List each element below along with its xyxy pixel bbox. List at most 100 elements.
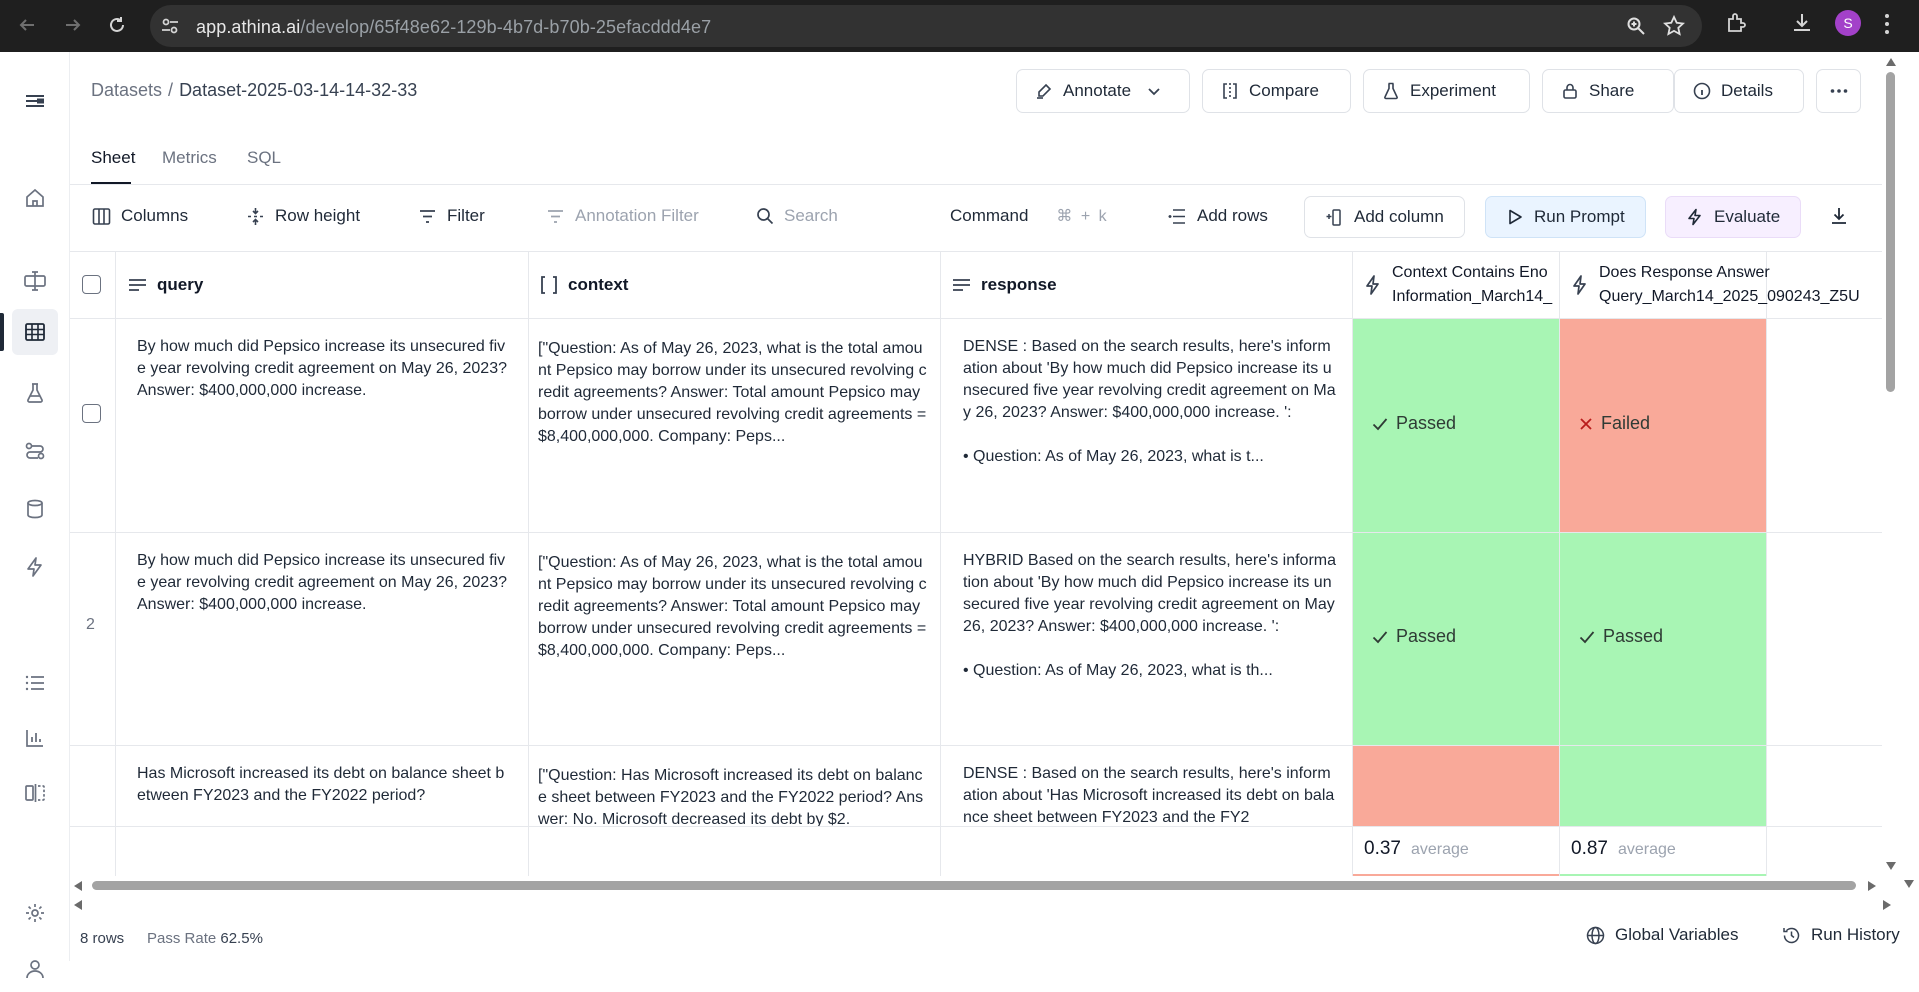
column-header-eval-context[interactable]: Context Contains Eno Information_March14_ (1364, 252, 1562, 318)
tab-metrics[interactable]: Metrics (162, 148, 217, 168)
evaluate-button[interactable]: Evaluate (1665, 196, 1802, 238)
forward-button[interactable] (58, 10, 88, 40)
grid-line (1559, 252, 1560, 876)
run-history-button[interactable]: Run History (1782, 925, 1900, 945)
search-input[interactable] (784, 206, 904, 226)
browser-menu-icon[interactable] (1884, 13, 1890, 35)
play-icon (1509, 209, 1522, 225)
details-button[interactable]: Details (1674, 69, 1804, 113)
grid-line (70, 318, 1882, 319)
download-icon[interactable] (1790, 11, 1814, 35)
command-palette-button[interactable]: Command ⌘ + k (950, 202, 1109, 230)
column-header-label: response (981, 275, 1057, 294)
compare-button[interactable]: Compare (1202, 69, 1351, 113)
address-bar[interactable]: app.athina.ai/develop/65f48e62-129b-4b7d… (150, 5, 1702, 47)
annotation-filter-button[interactable]: Annotation Filter (546, 202, 699, 230)
site-settings-icon[interactable] (160, 16, 180, 36)
scroll-down-arrow[interactable] (1886, 862, 1896, 870)
add-column-button[interactable]: Add column (1304, 196, 1465, 238)
grid-line (528, 252, 529, 876)
share-button[interactable]: Share (1542, 69, 1674, 113)
rail-item-database[interactable] (12, 486, 58, 532)
text-column-icon (953, 279, 970, 291)
row-height-button[interactable]: Row height (246, 202, 360, 230)
bookmark-star-icon[interactable] (1663, 15, 1685, 37)
rail-item-compare[interactable] (12, 770, 58, 816)
scroll-up-arrow[interactable] (1886, 58, 1896, 66)
scroll-down-arrow[interactable] (1904, 880, 1914, 888)
pass-rate: Pass Rate 62.5% (147, 930, 263, 947)
rail-item-analytics[interactable] (12, 715, 58, 761)
download-button[interactable] (1829, 202, 1849, 230)
filter-label: Filter (447, 206, 485, 225)
more-options-button[interactable] (1816, 69, 1861, 113)
compare-icon (1223, 83, 1237, 99)
column-header-response[interactable]: response (952, 252, 1057, 318)
rail-item-experiments[interactable] (12, 370, 58, 416)
rail-item-settings[interactable] (12, 890, 58, 936)
experiment-button[interactable]: Experiment (1363, 69, 1530, 113)
column-header-eval-answer[interactable]: Does Response Answer Query_March14_2025_0… (1571, 252, 1882, 318)
add-rows-button[interactable]: Add rows (1168, 202, 1268, 230)
run-prompt-button[interactable]: Run Prompt (1485, 196, 1646, 238)
query-cell[interactable]: Has Microsoft increased its debt on bala… (137, 763, 507, 826)
column-header-context[interactable]: context (540, 252, 628, 318)
flask-icon (1384, 82, 1398, 100)
response-cell[interactable]: DENSE : Based on the search results, her… (963, 336, 1338, 520)
global-variables-button[interactable]: Global Variables (1586, 925, 1738, 945)
select-all-checkbox[interactable] (82, 275, 101, 294)
row-checkbox[interactable] (82, 404, 101, 423)
column-header-query[interactable]: query (128, 252, 203, 318)
context-cell[interactable]: ["Question: Has Microsoft increased its … (538, 765, 930, 826)
context-cell[interactable]: ["Question: As of May 26, 2023, what is … (538, 338, 930, 448)
breadcrumb-datasets-link[interactable]: Datasets (91, 80, 162, 100)
reload-button[interactable] (102, 10, 132, 40)
rail-item-evals[interactable] (12, 544, 58, 590)
annotate-button[interactable]: Annotate (1016, 69, 1190, 113)
rail-item-datasets[interactable] (12, 309, 58, 355)
columns-icon (92, 207, 111, 225)
breadcrumb-separator: / (168, 80, 174, 100)
filter-button[interactable]: Filter (418, 202, 485, 230)
response-cell[interactable]: DENSE : Based on the search results, her… (963, 763, 1338, 826)
columns-button[interactable]: Columns (92, 202, 188, 230)
tab-sheet[interactable]: Sheet (91, 148, 135, 168)
tab-sql[interactable]: SQL (247, 148, 281, 168)
query-cell[interactable]: By how much did Pepsico increase its uns… (137, 550, 507, 616)
rail-item-logs[interactable] (12, 660, 58, 706)
grid-line (115, 252, 116, 876)
rail-item-flows[interactable] (12, 428, 58, 474)
average-eval-answer: 0.87 average (1571, 838, 1676, 859)
profile-avatar[interactable]: S (1835, 10, 1861, 36)
response-cell[interactable]: HYBRID Based on the search results, here… (963, 550, 1338, 734)
scroll-right-arrow[interactable] (1883, 900, 1891, 910)
url-text: app.athina.ai/develop/65f48e62-129b-4b7d… (196, 17, 712, 37)
sidebar-toggle[interactable] (12, 78, 58, 124)
scroll-left-arrow[interactable] (74, 900, 82, 910)
evaluate-label: Evaluate (1714, 207, 1781, 226)
columns-label: Columns (121, 206, 189, 225)
column-header-label: Context Contains Eno Information_March14_ (1392, 264, 1553, 305)
table-icon (25, 323, 45, 341)
query-cell[interactable]: By how much did Pepsico increase its uns… (137, 336, 507, 402)
extensions-icon[interactable] (1725, 11, 1749, 35)
run-history-label: Run History (1811, 925, 1900, 944)
vertical-scroll-thumb[interactable] (1886, 72, 1895, 392)
grid-line (70, 826, 1882, 827)
data-grid: query context response Context Contains … (70, 252, 1882, 876)
rail-item-home[interactable] (12, 175, 58, 221)
eval-cell-passed[interactable] (1560, 746, 1766, 826)
zoom-icon[interactable] (1626, 16, 1646, 36)
context-cell[interactable]: ["Question: As of May 26, 2023, what is … (538, 552, 930, 662)
chevron-down-icon (1148, 88, 1160, 96)
horizontal-scroll-thumb[interactable] (92, 881, 1856, 890)
eval-cell-failed[interactable] (1353, 746, 1559, 826)
rail-item-account[interactable] (12, 946, 58, 992)
scroll-left-arrow[interactable] (74, 881, 82, 891)
scroll-right-arrow[interactable] (1868, 881, 1876, 891)
rail-item-prompts[interactable] (12, 258, 58, 304)
average-eval-context: 0.37 average (1364, 838, 1469, 859)
back-button[interactable] (12, 10, 42, 40)
row-height-icon (248, 207, 263, 225)
experiment-label: Experiment (1410, 81, 1496, 100)
